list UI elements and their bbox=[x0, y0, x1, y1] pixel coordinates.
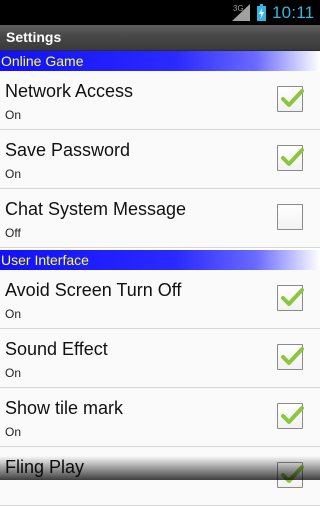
status-bar: 3G 10:11 bbox=[0, 0, 320, 25]
signal-icon bbox=[232, 4, 250, 21]
setting-summary: On bbox=[5, 366, 22, 380]
clock: 10:11 bbox=[272, 3, 315, 22]
section-header-label: Online Game bbox=[1, 53, 84, 69]
setting-summary: On bbox=[5, 425, 22, 439]
checkbox[interactable] bbox=[277, 86, 304, 112]
setting-label: Avoid Screen Turn Off bbox=[5, 280, 182, 300]
checkbox[interactable] bbox=[277, 145, 304, 171]
checkbox[interactable] bbox=[277, 285, 304, 311]
checkmark-icon bbox=[281, 148, 304, 166]
section-header-label: User Interface bbox=[1, 252, 89, 268]
setting-label: Chat System Message bbox=[5, 199, 187, 219]
checkbox[interactable] bbox=[277, 462, 304, 488]
battery-icon bbox=[257, 4, 266, 21]
setting-summary: On bbox=[5, 307, 22, 321]
setting-show-tile-mark[interactable]: Show tile mark On bbox=[0, 388, 320, 447]
setting-summary: On bbox=[5, 167, 22, 181]
setting-label: Network Access bbox=[5, 81, 134, 101]
checkmark-icon bbox=[281, 465, 304, 483]
setting-network-access[interactable]: Network Access On bbox=[0, 71, 320, 130]
setting-summary: On bbox=[5, 108, 22, 122]
section-header-user-interface: User Interface bbox=[0, 250, 320, 270]
setting-label: Save Password bbox=[5, 140, 131, 160]
setting-chat-system-message[interactable]: Chat System Message Off bbox=[0, 189, 320, 248]
checkbox[interactable] bbox=[277, 344, 304, 370]
checkmark-icon bbox=[281, 347, 304, 365]
checkmark-icon bbox=[281, 288, 304, 306]
setting-avoid-screen-turn-off[interactable]: Avoid Screen Turn Off On bbox=[0, 270, 320, 329]
checkbox[interactable] bbox=[277, 204, 303, 230]
setting-summary: Off bbox=[5, 226, 21, 240]
setting-label: Fling Play bbox=[5, 457, 85, 477]
page-title: Settings bbox=[6, 29, 62, 45]
checkmark-icon bbox=[281, 89, 304, 107]
title-bar: Settings bbox=[0, 25, 320, 51]
setting-label: Show tile mark bbox=[5, 398, 124, 418]
checkbox[interactable] bbox=[277, 403, 304, 429]
setting-sound-effect[interactable]: Sound Effect On bbox=[0, 329, 320, 388]
section-header-online-game: Online Game bbox=[0, 51, 320, 71]
checkmark-icon bbox=[281, 406, 304, 424]
setting-fling-play[interactable]: Fling Play bbox=[0, 447, 320, 506]
setting-save-password[interactable]: Save Password On bbox=[0, 130, 320, 189]
setting-label: Sound Effect bbox=[5, 339, 108, 359]
